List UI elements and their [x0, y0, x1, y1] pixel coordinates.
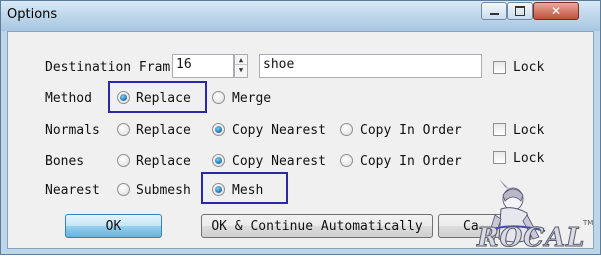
method-merge-label: Merge — [232, 91, 272, 106]
destination-name-input[interactable]: shoe — [259, 54, 482, 78]
destination-frame-label: Destination Fram — [45, 60, 171, 75]
bones-lock-label: Lock — [513, 151, 545, 166]
watermark-tm: TM — [583, 219, 594, 227]
title-bar[interactable]: Options ✕ — [1, 1, 600, 31]
window-title: Options — [7, 7, 58, 22]
minimize-icon — [489, 13, 499, 15]
normals-copy-nearest-label: Copy Nearest — [232, 123, 326, 138]
destination-frame-value: 16 — [176, 57, 192, 72]
normals-replace-label: Replace — [136, 123, 191, 138]
ok-continue-button-label: OK & Continue Automatically — [211, 218, 423, 234]
bones-replace-radio[interactable] — [117, 154, 130, 167]
normals-copy-in-order-label: Copy In Order — [360, 123, 462, 138]
close-icon: ✕ — [550, 4, 562, 18]
bones-replace-label: Replace — [136, 154, 191, 169]
nearest-submesh-radio[interactable] — [117, 183, 130, 196]
spin-up-icon[interactable]: ▲ — [235, 55, 247, 65]
destination-frame-input[interactable]: 16 — [172, 54, 234, 78]
maximize-icon — [515, 6, 525, 16]
close-button[interactable]: ✕ — [533, 2, 579, 20]
bones-copy-in-order-radio[interactable] — [340, 154, 353, 167]
destination-lock-checkbox[interactable] — [493, 61, 506, 74]
minimize-button[interactable] — [481, 2, 507, 20]
options-dialog: Options ✕ Destination Fram 16 ▲ ▼ shoe L… — [0, 0, 601, 255]
bones-lock-checkbox[interactable] — [493, 151, 506, 164]
ok-button[interactable]: OK — [65, 214, 162, 238]
nearest-submesh-label: Submesh — [136, 183, 191, 198]
frame-spinner[interactable]: ▲ ▼ — [234, 54, 248, 78]
method-merge-radio[interactable] — [212, 91, 225, 104]
bones-label: Bones — [45, 154, 85, 169]
destination-lock-label: Lock — [513, 60, 545, 75]
watermark-text: ROCAL — [476, 223, 586, 254]
normals-lock-label: Lock — [513, 123, 545, 138]
normals-lock-checkbox[interactable] — [493, 123, 506, 136]
method-replace-label: Replace — [136, 91, 191, 106]
ok-continue-automatically-button[interactable]: OK & Continue Automatically — [201, 214, 433, 238]
method-replace-radio[interactable] — [117, 91, 130, 104]
spin-down-icon[interactable]: ▼ — [235, 65, 247, 75]
normals-label: Normals — [45, 123, 100, 138]
ok-button-label: OK — [105, 218, 122, 234]
method-label: Method — [45, 91, 92, 106]
normals-replace-radio[interactable] — [117, 123, 130, 136]
normals-copy-in-order-radio[interactable] — [340, 123, 353, 136]
bones-copy-nearest-radio[interactable] — [212, 154, 225, 167]
destination-name-value: shoe — [263, 57, 295, 72]
nearest-label: Nearest — [45, 183, 100, 198]
nearest-mesh-radio[interactable] — [212, 183, 225, 196]
bones-copy-in-order-label: Copy In Order — [360, 154, 462, 169]
normals-copy-nearest-radio[interactable] — [212, 123, 225, 136]
watermark-logo: ROCAL TM — [475, 179, 600, 254]
nearest-mesh-label: Mesh — [232, 183, 264, 198]
maximize-button[interactable] — [507, 2, 533, 20]
bones-copy-nearest-label: Copy Nearest — [232, 154, 326, 169]
